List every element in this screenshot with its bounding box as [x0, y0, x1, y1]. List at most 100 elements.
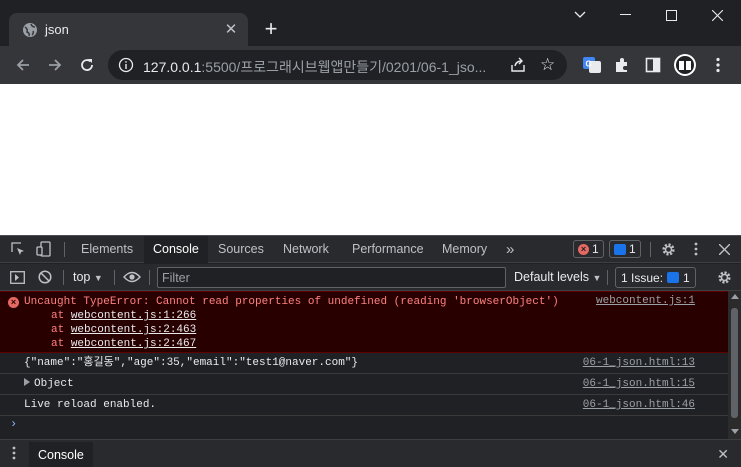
settings-gear-icon[interactable]	[660, 241, 676, 257]
url-path: :5500/프로그래시브웹앱만들기/0201/06-1_jso...	[201, 59, 487, 75]
stack-prefix: at	[51, 324, 71, 336]
console-prompt[interactable]: ›	[10, 417, 17, 431]
filter-input[interactable]	[158, 268, 505, 287]
arrow-right-icon	[49, 59, 62, 71]
close-tab-icon[interactable]: ✕	[222, 21, 240, 39]
translate-extension-icon[interactable]: G	[582, 55, 602, 75]
address-bar[interactable]: 127.0.0.1:5500/프로그래시브웹앱만들기/0201/06-1_jso…	[108, 50, 567, 80]
url-text: 127.0.0.1:5500/프로그래시브웹앱만들기/0201/06-1_jso…	[143, 57, 499, 77]
console-toolbar: top ▼ Default levels ▼ 1 Issue: 1	[0, 264, 741, 291]
message-count: 1	[629, 242, 636, 256]
close-icon	[712, 9, 723, 21]
profile-avatar[interactable]	[673, 53, 697, 77]
console-log-message[interactable]: Object 06-1_json.html:15	[0, 374, 728, 395]
devtools-menu-icon[interactable]	[688, 241, 704, 257]
log-source-link[interactable]: 06-1_json.html:46	[583, 395, 695, 415]
minimize-icon	[620, 14, 631, 15]
stack-link[interactable]: webcontent.js:2:463	[71, 324, 196, 336]
side-panel-icon[interactable]	[643, 55, 663, 75]
drawer-tab-console[interactable]: Console	[29, 442, 93, 467]
maximize-icon	[666, 9, 677, 21]
log-text: Live reload enabled.	[24, 399, 157, 411]
sidebar-toggle-icon[interactable]	[9, 269, 25, 285]
issues-button[interactable]: 1 Issue: 1	[615, 267, 696, 288]
bookmark-star-icon[interactable]: ☆	[540, 55, 555, 75]
error-count: 1	[592, 242, 599, 256]
devtools-drawer: Console ✕	[0, 439, 741, 467]
tab-memory[interactable]: Memory	[442, 236, 487, 263]
stack-frame: at webcontent.js:2:463	[24, 323, 728, 337]
browser-tab[interactable]: json ✕	[9, 13, 248, 46]
scroll-down-icon[interactable]	[731, 429, 739, 434]
error-icon: ×	[8, 297, 19, 308]
info-icon[interactable]	[118, 57, 134, 73]
stack-link[interactable]: webcontent.js:2:467	[71, 338, 196, 350]
tab-search-button[interactable]	[557, 0, 602, 30]
log-levels-dropdown[interactable]: Default levels ▼	[514, 270, 601, 284]
issues-label: 1 Issue:	[621, 270, 664, 285]
new-tab-button[interactable]: +	[259, 17, 283, 41]
issue-icon	[667, 272, 680, 283]
close-window-button[interactable]	[695, 0, 740, 30]
log-text: {"name":"홍길동","age":35,"email":"test1@na…	[24, 357, 359, 369]
chevron-down-icon	[574, 11, 585, 18]
error-icon: ×	[578, 243, 589, 255]
console-scrollbar[interactable]	[728, 291, 741, 439]
log-source-link[interactable]: 06-1_json.html:15	[583, 374, 695, 394]
reload-button[interactable]	[75, 53, 99, 77]
arrow-left-icon	[16, 59, 29, 71]
reload-icon	[81, 59, 93, 71]
tab-console[interactable]: Console	[144, 236, 208, 263]
close-drawer-icon[interactable]: ✕	[717, 446, 729, 463]
log-text: Object	[34, 378, 74, 390]
browser-toolbar: 127.0.0.1:5500/프로그래시브웹앱만들기/0201/06-1_jso…	[0, 46, 741, 84]
maximize-button[interactable]	[649, 0, 694, 30]
dropdown-triangle-icon: ▼	[93, 273, 103, 283]
more-tabs-button[interactable]: »	[506, 236, 514, 263]
error-count-badge[interactable]: × 1	[573, 240, 604, 258]
back-button[interactable]	[11, 53, 35, 77]
device-toolbar-icon[interactable]	[36, 241, 52, 257]
close-devtools-icon[interactable]	[716, 241, 732, 257]
tab-performance[interactable]: Performance	[352, 236, 424, 263]
drawer-menu-icon[interactable]	[12, 446, 16, 463]
clear-console-icon[interactable]	[37, 269, 53, 285]
minimize-button[interactable]	[603, 0, 648, 30]
console-settings-gear-icon[interactable]	[716, 269, 732, 285]
console-error-message: × Uncaught TypeError: Cannot read proper…	[0, 291, 728, 353]
scrollbar-thumb[interactable]	[731, 308, 738, 418]
live-expression-eye-icon[interactable]	[123, 269, 141, 285]
extensions-puzzle-icon[interactable]	[612, 55, 632, 75]
stack-frame: at webcontent.js:1:266	[24, 309, 728, 323]
inspect-element-icon[interactable]	[10, 241, 26, 257]
more-menu-icon[interactable]	[708, 55, 728, 75]
scroll-up-icon[interactable]	[731, 294, 739, 299]
message-count-badge[interactable]: 1	[609, 240, 641, 258]
url-host: 127.0.0.1	[143, 59, 202, 75]
tab-strip: json ✕ +	[0, 0, 741, 46]
forward-button[interactable]	[43, 53, 67, 77]
context-selector[interactable]: top ▼	[73, 270, 103, 284]
devtools-tab-bar: Elements Console Sources Network Perform…	[0, 236, 741, 263]
console-log-message: {"name":"홍길동","age":35,"email":"test1@na…	[0, 353, 728, 374]
tab-sources[interactable]: Sources	[218, 236, 264, 263]
stack-link[interactable]: webcontent.js:1:266	[71, 310, 196, 322]
share-icon[interactable]	[509, 56, 527, 74]
devtools-panel: Elements Console Sources Network Perform…	[0, 235, 741, 467]
tab-network[interactable]: Network	[283, 236, 329, 263]
log-source-link[interactable]: 06-1_json.html:13	[583, 353, 695, 373]
error-source-link[interactable]: webcontent.js:1	[596, 295, 695, 307]
globe-icon	[22, 22, 38, 38]
console-messages: × Uncaught TypeError: Cannot read proper…	[0, 291, 728, 439]
stack-frame: at webcontent.js:2:467	[24, 337, 728, 351]
tab-elements[interactable]: Elements	[81, 236, 133, 263]
page-viewport[interactable]	[0, 84, 741, 235]
svg-text:G: G	[586, 60, 592, 69]
stack-prefix: at	[51, 310, 71, 322]
levels-label: Default levels	[514, 270, 590, 284]
expand-triangle-icon[interactable]	[24, 378, 30, 386]
stack-prefix: at	[51, 338, 71, 350]
context-label: top	[73, 270, 91, 284]
console-log-message: Live reload enabled. 06-1_json.html:46	[0, 395, 728, 416]
tab-title: json	[45, 22, 69, 37]
